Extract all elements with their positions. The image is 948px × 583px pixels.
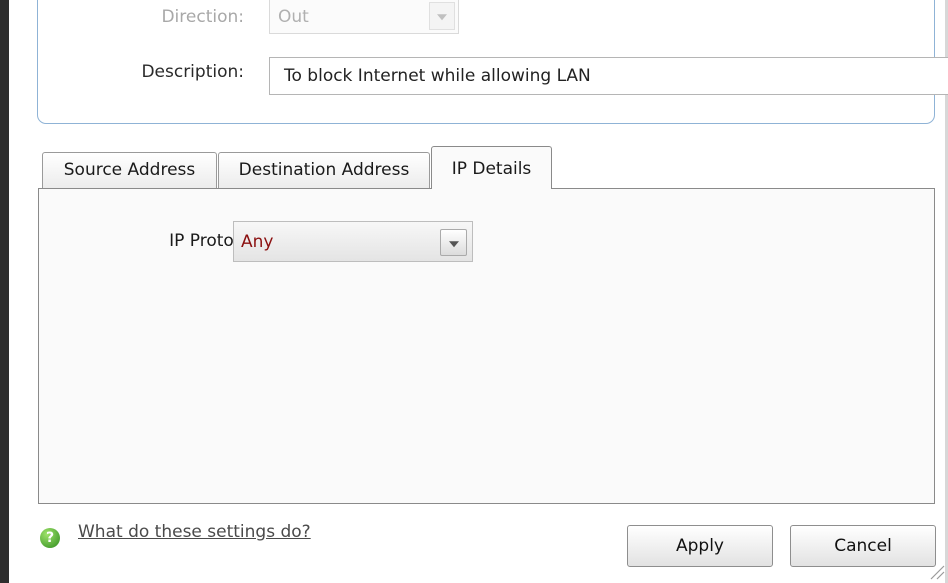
- direction-select[interactable]: Out: [269, 0, 459, 34]
- direction-value: Out: [278, 7, 309, 27]
- apply-button[interactable]: Apply: [627, 525, 773, 567]
- chevron-down-icon: [437, 14, 447, 21]
- resize-grip-icon[interactable]: [927, 562, 945, 580]
- description-value: To block Internet while allowing LAN: [284, 66, 591, 86]
- direction-dropdown-button[interactable]: [429, 2, 455, 30]
- direction-label: Direction:: [161, 7, 244, 27]
- description-label: Description:: [141, 62, 244, 82]
- tab-destination-address[interactable]: Destination Address: [218, 152, 430, 188]
- help-link[interactable]: What do these settings do?: [78, 522, 311, 542]
- chevron-down-icon: [448, 240, 459, 247]
- window-left-border: [0, 0, 9, 583]
- general-settings-group: Direction: Out Description: To block Int…: [37, 0, 948, 124]
- tab-source-address[interactable]: Source Address: [42, 152, 217, 188]
- cancel-button[interactable]: Cancel: [790, 525, 936, 567]
- ip-details-panel: IP Protocol: Any: [38, 188, 935, 504]
- description-field[interactable]: To block Internet while allowing LAN: [269, 57, 948, 95]
- help-question-icon[interactable]: ?: [40, 528, 60, 548]
- ip-protocol-dropdown-button[interactable]: [440, 229, 467, 256]
- ip-protocol-value: Any: [241, 232, 274, 252]
- ip-protocol-select[interactable]: Any: [233, 221, 473, 262]
- tab-ip-details[interactable]: IP Details: [431, 146, 552, 189]
